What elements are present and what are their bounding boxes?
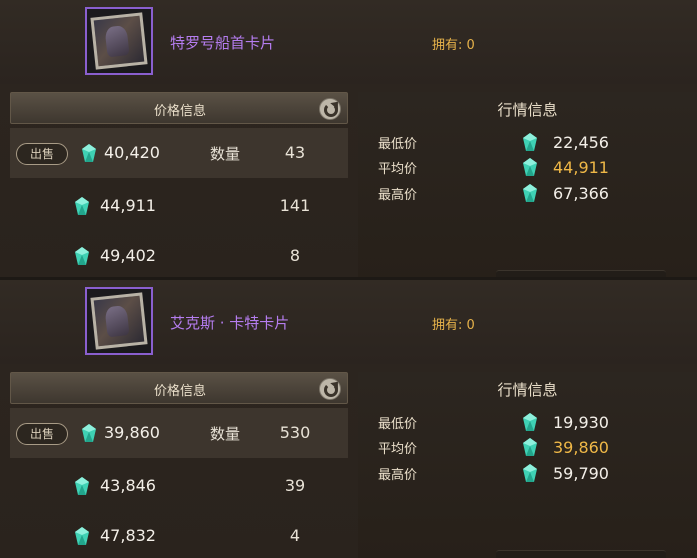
owned-count: 拥有: 0 (432, 38, 475, 53)
stat-value-min: 19,930 (553, 413, 609, 432)
card-market-panel: 特罗号船首卡片 拥有: 0 价格信息 出售 40,420 数量 43 44,91… (0, 0, 697, 278)
gem-icon (75, 527, 89, 545)
stat-label-min: 最低价 (378, 137, 418, 152)
listing-price: 49,402 (100, 246, 156, 265)
listing-price: 39,860 (104, 423, 160, 442)
quantity-label: 数量 (210, 145, 241, 163)
gem-icon (523, 464, 537, 482)
stat-label-max: 最高价 (378, 468, 418, 483)
market-info-title: 行情信息 (497, 381, 558, 399)
card-thumbnail[interactable] (85, 7, 153, 75)
stat-value-avg: 39,860 (553, 438, 609, 457)
listing-quantity: 43 (284, 143, 306, 162)
panel-tab (496, 550, 666, 558)
market-info-section: 行情信息 最低价 19,930 平均价 39,860 最高价 59,790 (358, 372, 697, 558)
gem-icon (523, 133, 537, 151)
card-name: 特罗号船首卡片 (170, 34, 276, 52)
owned-count: 拥有: 0 (432, 318, 475, 333)
listing-row[interactable]: 49,402 8 (10, 231, 348, 278)
stat-label-max: 最高价 (378, 188, 418, 203)
market-info-section: 行情信息 最低价 22,456 平均价 44,911 最高价 67,366 (358, 92, 697, 278)
listing-row[interactable]: 44,911 141 (10, 181, 348, 231)
price-info-header: 价格信息 (10, 92, 348, 124)
stat-value-max: 59,790 (553, 464, 609, 483)
card-market-panel: 艾克斯 · 卡特卡片 拥有: 0 价格信息 出售 39,860 数量 530 4… (0, 280, 697, 558)
quantity-label: 数量 (210, 425, 241, 443)
sell-button[interactable]: 出售 (16, 423, 68, 445)
price-info-section: 价格信息 出售 40,420 数量 43 44,911 141 49,402 8 (10, 92, 348, 278)
price-info-title: 价格信息 (153, 104, 206, 119)
listing-price: 47,832 (100, 526, 156, 545)
gem-icon (523, 438, 537, 456)
card-name: 艾克斯 · 卡特卡片 (170, 314, 290, 332)
refresh-icon[interactable] (319, 98, 341, 120)
card-thumbnail[interactable] (85, 287, 153, 355)
listing-row[interactable]: 47,832 4 (10, 511, 348, 558)
listing-quantity: 4 (289, 526, 301, 545)
stat-label-avg: 平均价 (378, 162, 418, 177)
listing-quantity: 141 (279, 196, 311, 215)
listing-row[interactable]: 43,846 39 (10, 461, 348, 511)
stat-value-max: 67,366 (553, 184, 609, 203)
price-info-section: 价格信息 出售 39,860 数量 530 43,846 39 47,832 4 (10, 372, 348, 558)
gem-icon (75, 477, 89, 495)
gem-icon (82, 144, 96, 162)
card-header: 特罗号船首卡片 拥有: 0 (0, 0, 697, 84)
gem-icon (75, 197, 89, 215)
listing-quantity: 8 (289, 246, 301, 265)
gem-icon (523, 413, 537, 431)
gem-icon (75, 247, 89, 265)
listing-price: 44,911 (100, 196, 156, 215)
price-info-title: 价格信息 (153, 384, 206, 399)
card-header: 艾克斯 · 卡特卡片 拥有: 0 (0, 280, 697, 364)
listing-quantity: 530 (279, 423, 311, 442)
stat-value-min: 22,456 (553, 133, 609, 152)
price-info-header: 价格信息 (10, 372, 348, 404)
listing-row: 出售 39,860 数量 530 (10, 408, 348, 458)
stat-label-min: 最低价 (378, 417, 418, 432)
gem-icon (82, 424, 96, 442)
market-info-title: 行情信息 (497, 101, 558, 119)
stat-value-avg: 44,911 (553, 158, 609, 177)
gem-icon (523, 158, 537, 176)
listing-price: 43,846 (100, 476, 156, 495)
gem-icon (523, 184, 537, 202)
listing-row: 出售 40,420 数量 43 (10, 128, 348, 178)
refresh-icon[interactable] (319, 378, 341, 400)
sell-button[interactable]: 出售 (16, 143, 68, 165)
listing-price: 40,420 (104, 143, 160, 162)
stat-label-avg: 平均价 (378, 442, 418, 457)
listing-quantity: 39 (284, 476, 306, 495)
